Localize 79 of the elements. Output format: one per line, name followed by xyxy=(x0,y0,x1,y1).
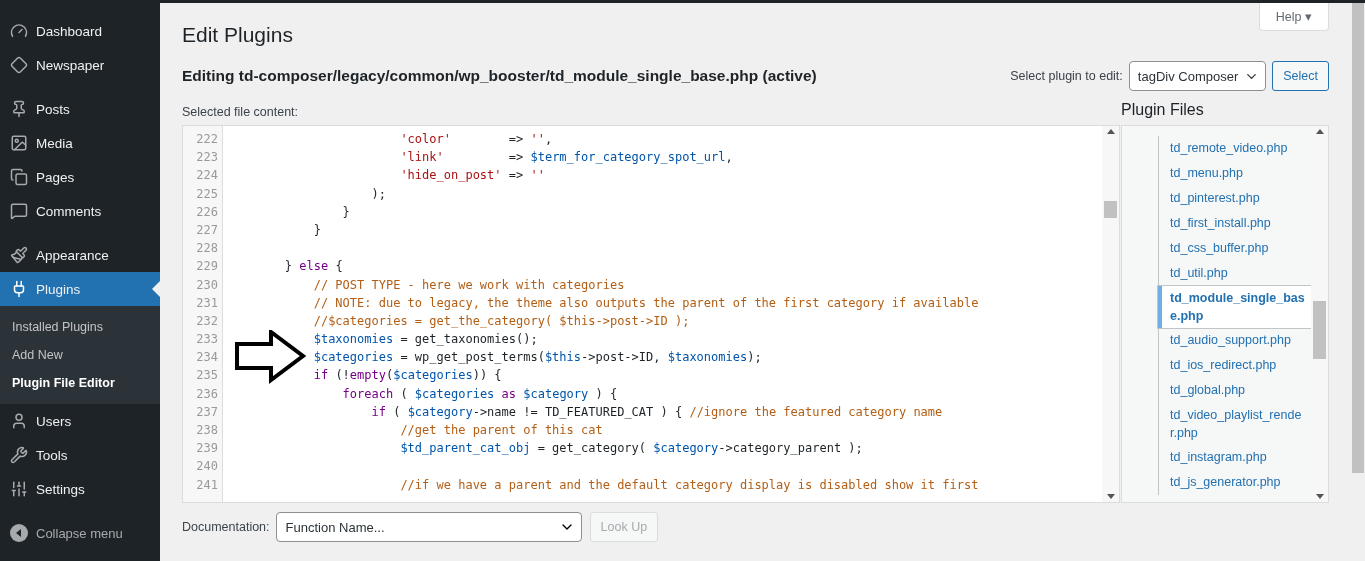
collapse-icon xyxy=(10,524,28,542)
code-line: $td_parent_cat_obj = get_category( $category->category_parent ); xyxy=(399,440,864,458)
menu-item[interactable]: Newspaper xyxy=(0,48,160,82)
line-number: 238 xyxy=(196,422,218,439)
menu-item[interactable]: Pages xyxy=(0,160,160,194)
pin-icon xyxy=(10,100,28,118)
line-number: 229 xyxy=(196,258,218,276)
wrench-icon xyxy=(10,446,28,464)
paintbrush-icon xyxy=(10,246,28,264)
sliders-icon xyxy=(10,480,28,498)
line-number: 222 xyxy=(196,131,218,148)
code-line: if ( $category->name != TD_FEATURED_CAT ) { //ignore the featured category name xyxy=(370,403,944,421)
file-link[interactable]: td_module_single_base.php xyxy=(1158,286,1311,328)
submenu-item[interactable]: Installed Plugins xyxy=(0,313,160,341)
code-line: $taxonomies = get_taxonomies(); xyxy=(312,331,539,349)
file-content-label: Selected file content: xyxy=(182,105,299,119)
submenu-item[interactable]: Add New xyxy=(0,341,160,369)
page-title: Edit Plugins xyxy=(182,23,294,47)
line-number: 225 xyxy=(196,185,218,203)
help-tab[interactable]: Help ▾ xyxy=(1258,3,1329,31)
menu-item[interactable]: Media xyxy=(0,126,160,160)
line-number: 223 xyxy=(196,149,218,167)
line-number: 235 xyxy=(196,367,218,385)
code-line: if (!empty($categories)) { xyxy=(312,367,503,385)
line-number: 240 xyxy=(196,458,218,476)
speech-bubble-icon xyxy=(10,202,28,220)
line-number: 241 xyxy=(196,476,218,494)
editing-heading: Editing td-composer/legacy/common/wp_booster/td_module_single_base.php (active) xyxy=(182,67,817,85)
line-number: 231 xyxy=(196,294,218,312)
pages-icon xyxy=(10,168,28,186)
function-select[interactable]: Function Name... xyxy=(275,512,582,542)
menu-item[interactable]: Tools xyxy=(0,438,160,472)
select-label: Select plugin to edit: xyxy=(1010,69,1123,83)
line-number: 234 xyxy=(196,349,218,367)
scrollbar[interactable] xyxy=(1102,126,1119,502)
code-line: //get the parent of this cat xyxy=(399,422,604,439)
line-number: 230 xyxy=(196,276,218,294)
code-line: } xyxy=(312,221,322,239)
code-line: 'hide_on_post' => '' xyxy=(399,167,546,185)
code-line: } xyxy=(341,203,351,221)
menu-item[interactable]: Comments xyxy=(0,194,160,228)
code-line: //$categories = get_the_category( $this->post->ID ); xyxy=(312,312,691,330)
plugin-files-title: Plugin Files xyxy=(1121,101,1205,119)
code-line: // NOTE: due to legacy, the theme also outputs the parent of the first category if available xyxy=(312,294,980,312)
current-pointer xyxy=(152,281,160,297)
line-number: 227 xyxy=(196,221,218,239)
line-number: 239 xyxy=(196,440,218,458)
code-editor[interactable] xyxy=(182,125,1120,503)
line-number: 226 xyxy=(196,203,218,221)
menu-item[interactable]: Users xyxy=(0,404,160,438)
line-number: 232 xyxy=(196,312,218,330)
menu-item[interactable]: Plugins xyxy=(0,272,160,306)
line-number: 224 xyxy=(196,167,218,185)
menu-item[interactable]: Appearance xyxy=(0,238,160,272)
code-line: ); xyxy=(370,185,387,203)
line-number: 233 xyxy=(196,331,218,349)
diamond-icon xyxy=(10,56,28,74)
collapse-menu-button[interactable]: Collapse menu xyxy=(0,516,160,550)
submenu-item[interactable]: Plugin File Editor xyxy=(0,369,160,397)
plugin-select[interactable]: tagDiv Composer xyxy=(1128,61,1267,91)
menu-item[interactable]: Posts xyxy=(0,92,160,126)
code-line: foreach ( $categories as $category ) { xyxy=(341,385,619,403)
media-icon xyxy=(10,134,28,152)
user-icon xyxy=(10,412,28,430)
gauge-icon xyxy=(10,22,28,40)
code-line: 'link' => $term_for_category_spot_url, xyxy=(399,149,734,167)
scrollbar[interactable] xyxy=(1311,126,1328,502)
select-button[interactable]: Select xyxy=(1272,61,1329,91)
line-number: 237 xyxy=(196,403,218,421)
menu-item[interactable]: Settings xyxy=(0,472,160,506)
code-line: 'color' => '', xyxy=(399,131,554,148)
code-line: $categories = wp_get_post_terms($this->post->ID, $taxonomies); xyxy=(312,349,763,367)
documentation-label: Documentation: xyxy=(182,520,270,534)
menu-item[interactable]: Dashboard xyxy=(0,14,160,48)
code-line: } else { xyxy=(283,258,344,276)
line-number: 228 xyxy=(196,240,218,258)
code-line: //if we have a parent and the default category display is disabled show it first xyxy=(399,476,980,494)
code-line: // POST TYPE - here we work with categories xyxy=(312,276,626,294)
line-number: 236 xyxy=(196,385,218,403)
